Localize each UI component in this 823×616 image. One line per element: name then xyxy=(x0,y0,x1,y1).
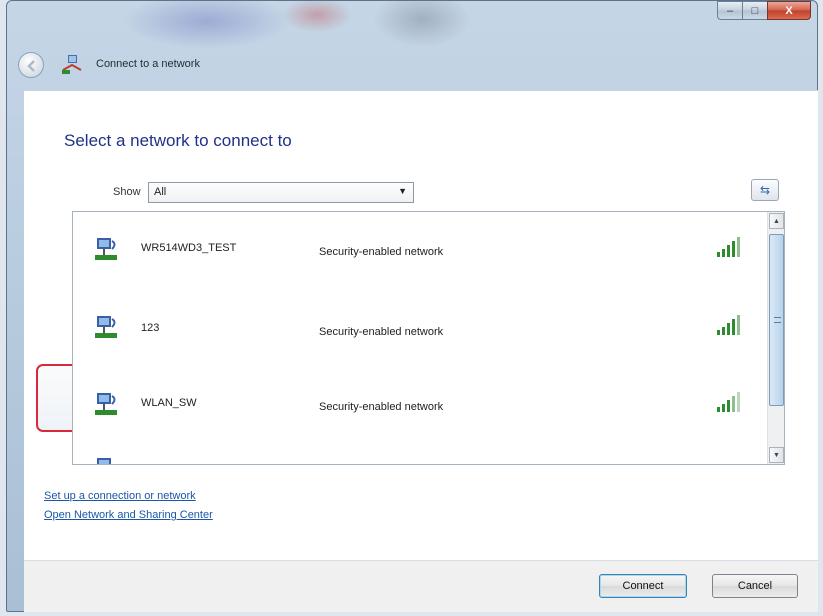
show-filter-value: All xyxy=(154,186,167,198)
scroll-up-button[interactable]: ▲ xyxy=(769,213,784,229)
back-arrow-icon xyxy=(27,60,35,72)
close-icon: X xyxy=(785,4,793,17)
scroll-thumb[interactable] xyxy=(769,234,784,406)
network-row[interactable]: 123 Security-enabled network xyxy=(73,290,768,373)
network-security: Security-enabled network xyxy=(319,401,444,413)
dropdown-arrow-icon: ▼ xyxy=(398,186,407,196)
signal-strength-icon xyxy=(717,315,740,335)
network-list-scrollbar[interactable]: ▲ ▼ xyxy=(767,212,784,464)
signal-strength-icon xyxy=(715,456,743,465)
page-heading: Select a network to connect to xyxy=(64,131,292,150)
network-security: Security-enabled network xyxy=(319,246,444,258)
minimize-button[interactable]: – xyxy=(717,1,743,20)
maximize-button[interactable]: □ xyxy=(742,1,768,20)
network-name: 123 xyxy=(141,322,160,334)
dialog-button-bar: Connect Cancel xyxy=(24,560,818,612)
refresh-button[interactable]: ⇆ xyxy=(751,179,779,201)
window-title: Connect to a network xyxy=(96,58,200,70)
signal-strength-icon xyxy=(717,237,740,257)
network-security: Security-enabled network xyxy=(319,326,444,338)
refresh-icon: ⇆ xyxy=(759,183,771,197)
network-list: WR514WD3_TEST Security-enabled network 1… xyxy=(72,211,785,465)
wireless-network-icon xyxy=(95,238,117,260)
network-name: WLAN_SW xyxy=(141,397,197,409)
close-button[interactable]: X xyxy=(767,1,811,20)
scroll-down-button[interactable]: ▼ xyxy=(769,447,784,463)
connect-button[interactable]: Connect xyxy=(599,574,687,598)
setup-connection-link[interactable]: Set up a connection or network xyxy=(44,490,196,502)
wireless-network-icon xyxy=(95,393,117,415)
aero-glass-background xyxy=(7,1,817,96)
minimize-icon: – xyxy=(726,4,734,17)
network-sharing-center-link[interactable]: Open Network and Sharing Center xyxy=(44,509,213,521)
wireless-network-icon xyxy=(95,316,117,338)
network-row-selected[interactable]: WLAN_SW Security-enabled network xyxy=(73,367,768,450)
wireless-network-icon xyxy=(97,458,111,464)
cancel-button[interactable]: Cancel xyxy=(712,574,798,598)
network-row[interactable]: WR514WD3_TEST Security-enabled network xyxy=(73,212,768,295)
show-filter-dropdown[interactable]: All ▼ xyxy=(148,182,414,203)
window-controls: – □ X xyxy=(717,1,811,21)
scroll-grip xyxy=(774,317,781,323)
network-connect-icon xyxy=(62,55,82,74)
maximize-icon: □ xyxy=(751,4,759,17)
back-button[interactable] xyxy=(18,52,44,78)
network-row-partial[interactable] xyxy=(73,448,768,465)
signal-strength-icon xyxy=(717,392,740,412)
network-name: WR514WD3_TEST xyxy=(141,242,237,254)
show-filter-label: Show xyxy=(113,186,141,198)
